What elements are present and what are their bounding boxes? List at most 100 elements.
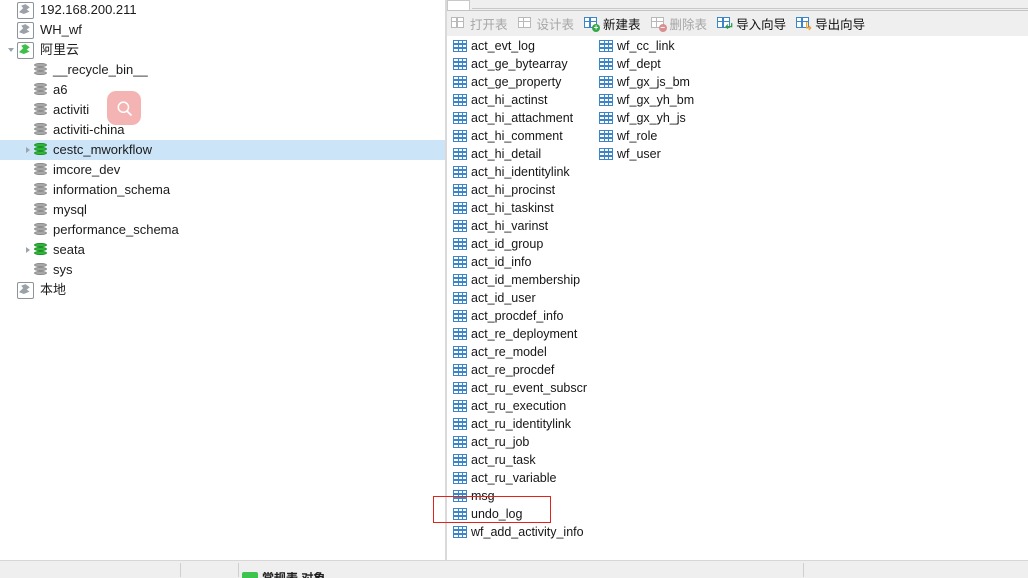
tree-database-row[interactable]: activiti-china	[0, 120, 445, 140]
table-list-item[interactable]: act_hi_procinst	[449, 181, 587, 199]
tree-database-row[interactable]: imcore_dev	[0, 160, 445, 180]
table-name-label: act_ge_bytearray	[471, 57, 568, 71]
table-list-item[interactable]: act_ru_variable	[449, 469, 587, 487]
tree-connection-row[interactable]: 本地	[0, 280, 445, 300]
connection-tree-pane[interactable]: 192.168.200.211 WH_wf 阿里云 __recycle_bin__ a6…	[0, 0, 445, 560]
table-list-item[interactable]: act_re_model	[449, 343, 587, 361]
tree-item-label: mysql	[53, 202, 87, 217]
table-name-label: act_procdef_info	[471, 309, 564, 323]
table-list-item[interactable]: wf_add_activity_info	[449, 523, 587, 541]
table-list-item[interactable]: act_ru_job	[449, 433, 587, 451]
table-list-item[interactable]: act_hi_identitylink	[449, 163, 587, 181]
table-list-item[interactable]: act_ru_execution	[449, 397, 587, 415]
chevron-right-icon[interactable]	[21, 140, 34, 160]
table-list-column-1[interactable]: act_evt_log act_ge_bytearray act_ge_proper…	[449, 37, 587, 541]
tree-database-row[interactable]: activiti	[0, 100, 445, 120]
table-icon	[599, 40, 613, 52]
table-name-label: act_ru_task	[471, 453, 536, 467]
tree-connection-row[interactable]: 192.168.200.211	[0, 0, 445, 20]
tree-database-row[interactable]: cestc_mworkflow	[0, 140, 445, 160]
table-name-label: act_re_procdef	[471, 363, 555, 377]
table-icon	[453, 328, 467, 340]
chevron-down-icon[interactable]	[4, 40, 17, 60]
table-list-item[interactable]: wf_gx_js_bm	[595, 73, 694, 91]
twisty-placeholder	[21, 100, 34, 120]
tree-database-row[interactable]: __recycle_bin__	[0, 60, 445, 80]
toolbar-import-wizard-button[interactable]: ↵ 导入向导	[713, 12, 792, 35]
table-name-label: act_ru_identitylink	[471, 417, 572, 431]
table-list-item[interactable]: act_evt_log	[449, 37, 587, 55]
table-name-label: act_re_deployment	[471, 327, 578, 341]
table-list-item[interactable]: wf_dept	[595, 55, 694, 73]
table-list-item[interactable]: wf_gx_yh_bm	[595, 91, 694, 109]
twisty-placeholder	[21, 200, 34, 220]
tree-item-label: __recycle_bin__	[53, 62, 148, 77]
table-list-item[interactable]: act_hi_detail	[449, 145, 587, 163]
tree-connection-row[interactable]: WH_wf	[0, 20, 445, 40]
table-list[interactable]: act_evt_log act_ge_bytearray act_ge_proper…	[447, 37, 1028, 560]
table-name-label: act_id_group	[471, 237, 544, 251]
status-bar-clipped-row: 常规表 对象 用户	[242, 572, 542, 578]
database-icon	[34, 222, 47, 238]
table-name-label: act_evt_log	[471, 39, 535, 53]
status-clipped-label: 常规表 对象	[262, 572, 325, 578]
tree-item-label: performance_schema	[53, 222, 179, 237]
table-list-item[interactable]: act_re_procdef	[449, 361, 587, 379]
table-list-item[interactable]: act_ru_task	[449, 451, 587, 469]
table-icon	[453, 454, 467, 466]
table-list-item[interactable]: wf_cc_link	[595, 37, 694, 55]
table-list-item[interactable]: act_re_deployment	[449, 325, 587, 343]
object-list-pane: 打开表 设计表 + 新建表 − 删除表 ↵ 导入向导 ↳ 导出向导 act_evt_log act_…	[447, 0, 1028, 560]
table-list-item[interactable]: act_hi_actinst	[449, 91, 587, 109]
tree-database-row[interactable]: information_schema	[0, 180, 445, 200]
tree-item-label: activiti	[53, 102, 90, 117]
table-list-item[interactable]: act_hi_varinst	[449, 217, 587, 235]
table-list-item[interactable]: act_ge_bytearray	[449, 55, 587, 73]
table-list-item[interactable]: act_procdef_info	[449, 307, 587, 325]
table-list-item[interactable]: act_ge_property	[449, 73, 587, 91]
table-list-item[interactable]: act_hi_taskinst	[449, 199, 587, 217]
table-list-item[interactable]: wf_gx_yh_js	[595, 109, 694, 127]
search-icon[interactable]	[107, 91, 141, 125]
connection-icon	[17, 281, 34, 299]
table-icon	[599, 76, 613, 88]
table-list-item[interactable]: act_hi_attachment	[449, 109, 587, 127]
toolbar-new-table-button[interactable]: + 新建表	[580, 12, 647, 35]
table-name-label: act_ru_variable	[471, 471, 557, 485]
tree-database-row[interactable]: mysql	[0, 200, 445, 220]
tree-item-label: sys	[53, 262, 73, 277]
table-list-item[interactable]: act_id_membership	[449, 271, 587, 289]
object-toolbar[interactable]: 打开表 设计表 + 新建表 − 删除表 ↵ 导入向导 ↳ 导出向导	[447, 10, 1028, 36]
table-list-item[interactable]: act_id_info	[449, 253, 587, 271]
table-list-item[interactable]: act_id_group	[449, 235, 587, 253]
table-list-item[interactable]: wf_user	[595, 145, 694, 163]
tree-database-row[interactable]: seata	[0, 240, 445, 260]
tree-database-row[interactable]: sys	[0, 260, 445, 280]
tree-item-label: WH_wf	[40, 22, 82, 37]
table-list-item[interactable]: act_ru_event_subscr	[449, 379, 587, 397]
table-icon	[453, 184, 467, 196]
table-list-item[interactable]: act_ru_identitylink	[449, 415, 587, 433]
table-name-label: wf_dept	[617, 57, 661, 71]
table-name-label: act_ru_job	[471, 435, 530, 449]
tree-database-row[interactable]: performance_schema	[0, 220, 445, 240]
table-icon	[453, 292, 467, 304]
twisty-placeholder	[21, 120, 34, 140]
tree-connection-row[interactable]: 阿里云	[0, 40, 445, 60]
table-list-item[interactable]: act_id_user	[449, 289, 587, 307]
table-name-label: act_hi_taskinst	[471, 201, 554, 215]
table-list-column-2[interactable]: wf_cc_link wf_dept wf_gx_js_bm wf_gx_yh_bmw…	[595, 37, 694, 163]
annotation-highlight-box	[433, 496, 551, 523]
tree-item-label: 本地	[40, 282, 67, 297]
table-list-item[interactable]: wf_role	[595, 127, 694, 145]
table-list-item[interactable]: act_hi_comment	[449, 127, 587, 145]
tab-stub[interactable]	[447, 0, 470, 10]
chevron-right-icon[interactable]	[21, 240, 34, 260]
table-icon	[453, 256, 467, 268]
table-name-label: act_hi_actinst	[471, 93, 548, 107]
toolbar-export-wizard-button[interactable]: ↳ 导出向导	[792, 12, 871, 35]
table-name-label: act_re_model	[471, 345, 547, 359]
table-name-label: wf_gx_yh_bm	[617, 93, 695, 107]
status-divider-1	[180, 563, 181, 577]
tree-database-row[interactable]: a6	[0, 80, 445, 100]
